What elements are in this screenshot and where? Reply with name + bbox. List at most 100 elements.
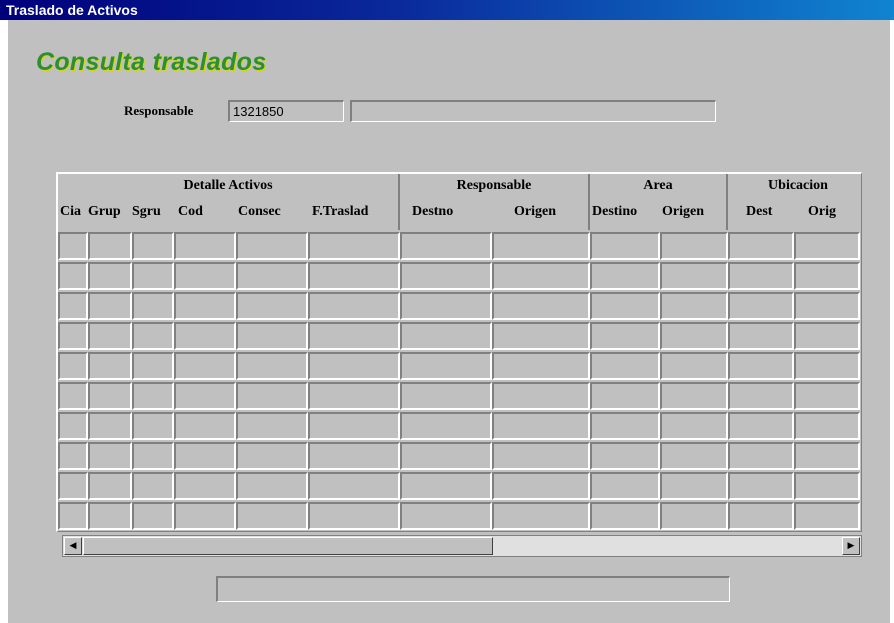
grid-cell[interactable]	[174, 292, 236, 320]
grid-cell[interactable]	[400, 412, 492, 440]
grid-cell[interactable]	[58, 292, 88, 320]
grid-cell[interactable]	[58, 502, 88, 530]
grid-cell[interactable]	[132, 262, 174, 290]
responsable-name-field[interactable]	[350, 100, 716, 122]
grid-cell[interactable]	[88, 412, 132, 440]
grid-cell[interactable]	[308, 232, 400, 260]
horizontal-scrollbar[interactable]: ◀ ▶	[62, 535, 862, 557]
grid-cell[interactable]	[58, 412, 88, 440]
grid-cell[interactable]	[492, 442, 590, 470]
grid-cell[interactable]	[174, 442, 236, 470]
grid-cell[interactable]	[174, 382, 236, 410]
grid-cell[interactable]	[174, 232, 236, 260]
grid-cell[interactable]	[132, 322, 174, 350]
grid-cell[interactable]	[400, 262, 492, 290]
grid-cell[interactable]	[590, 412, 660, 440]
grid-cell[interactable]	[794, 262, 860, 290]
grid-cell[interactable]	[174, 322, 236, 350]
grid-cell[interactable]	[794, 292, 860, 320]
grid-cell[interactable]	[308, 502, 400, 530]
grid-cell[interactable]	[132, 292, 174, 320]
grid-cell[interactable]	[794, 232, 860, 260]
grid-cell[interactable]	[88, 472, 132, 500]
grid-cell[interactable]	[590, 472, 660, 500]
grid-cell[interactable]	[88, 292, 132, 320]
grid-cell[interactable]	[174, 262, 236, 290]
grid-cell[interactable]	[58, 442, 88, 470]
grid-cell[interactable]	[58, 382, 88, 410]
grid-cell[interactable]	[88, 322, 132, 350]
grid-cell[interactable]	[236, 292, 308, 320]
grid-cell[interactable]	[492, 382, 590, 410]
grid-cell[interactable]	[400, 232, 492, 260]
grid-cell[interactable]	[660, 502, 728, 530]
grid-cell[interactable]	[132, 502, 174, 530]
grid-cell[interactable]	[174, 502, 236, 530]
grid-cell[interactable]	[400, 382, 492, 410]
grid-cell[interactable]	[400, 502, 492, 530]
scrollbar-thumb[interactable]	[83, 537, 493, 555]
grid-cell[interactable]	[660, 412, 728, 440]
grid-cell[interactable]	[308, 382, 400, 410]
grid-cell[interactable]	[590, 442, 660, 470]
grid-cell[interactable]	[308, 352, 400, 380]
grid-cell[interactable]	[794, 382, 860, 410]
grid-cell[interactable]	[400, 442, 492, 470]
grid-cell[interactable]	[794, 472, 860, 500]
grid-cell[interactable]	[660, 232, 728, 260]
grid-cell[interactable]	[308, 322, 400, 350]
grid-cell[interactable]	[728, 412, 794, 440]
grid-cell[interactable]	[590, 502, 660, 530]
grid-cell[interactable]	[88, 352, 132, 380]
grid-cell[interactable]	[132, 412, 174, 440]
grid-cell[interactable]	[660, 322, 728, 350]
grid-cell[interactable]	[174, 352, 236, 380]
arrow-right-icon[interactable]: ▶	[842, 537, 860, 555]
grid-cell[interactable]	[132, 442, 174, 470]
grid-cell[interactable]	[492, 262, 590, 290]
grid-cell[interactable]	[794, 322, 860, 350]
grid-cell[interactable]	[58, 322, 88, 350]
grid-cell[interactable]	[492, 502, 590, 530]
grid-cell[interactable]	[88, 502, 132, 530]
grid-cell[interactable]	[88, 382, 132, 410]
grid-cell[interactable]	[728, 352, 794, 380]
grid-cell[interactable]	[492, 352, 590, 380]
grid-cell[interactable]	[88, 232, 132, 260]
grid-cell[interactable]	[728, 442, 794, 470]
grid-cell[interactable]	[236, 412, 308, 440]
grid-cell[interactable]	[308, 262, 400, 290]
grid-cell[interactable]	[132, 472, 174, 500]
grid-cell[interactable]	[236, 232, 308, 260]
grid-cell[interactable]	[308, 442, 400, 470]
grid-cell[interactable]	[728, 232, 794, 260]
grid-cell[interactable]	[236, 502, 308, 530]
grid-cell[interactable]	[400, 472, 492, 500]
grid-cell[interactable]	[492, 412, 590, 440]
grid-cell[interactable]	[88, 442, 132, 470]
grid-cell[interactable]	[236, 262, 308, 290]
grid-cell[interactable]	[132, 382, 174, 410]
responsable-code-field[interactable]: 1321850	[228, 100, 344, 122]
grid-cell[interactable]	[660, 442, 728, 470]
grid-cell[interactable]	[492, 232, 590, 260]
grid-cell[interactable]	[590, 292, 660, 320]
grid-cell[interactable]	[660, 382, 728, 410]
grid-cell[interactable]	[236, 442, 308, 470]
grid-cell[interactable]	[236, 352, 308, 380]
grid-cell[interactable]	[58, 472, 88, 500]
grid-cell[interactable]	[794, 352, 860, 380]
grid-cell[interactable]	[236, 472, 308, 500]
grid-cell[interactable]	[728, 472, 794, 500]
grid-cell[interactable]	[308, 292, 400, 320]
grid-cell[interactable]	[58, 262, 88, 290]
grid-cell[interactable]	[400, 292, 492, 320]
grid-cell[interactable]	[132, 232, 174, 260]
grid-cell[interactable]	[174, 472, 236, 500]
grid-cell[interactable]	[590, 352, 660, 380]
grid-cell[interactable]	[58, 232, 88, 260]
grid-cell[interactable]	[590, 322, 660, 350]
grid-cell[interactable]	[590, 382, 660, 410]
grid-cell[interactable]	[728, 262, 794, 290]
grid-cell[interactable]	[236, 382, 308, 410]
